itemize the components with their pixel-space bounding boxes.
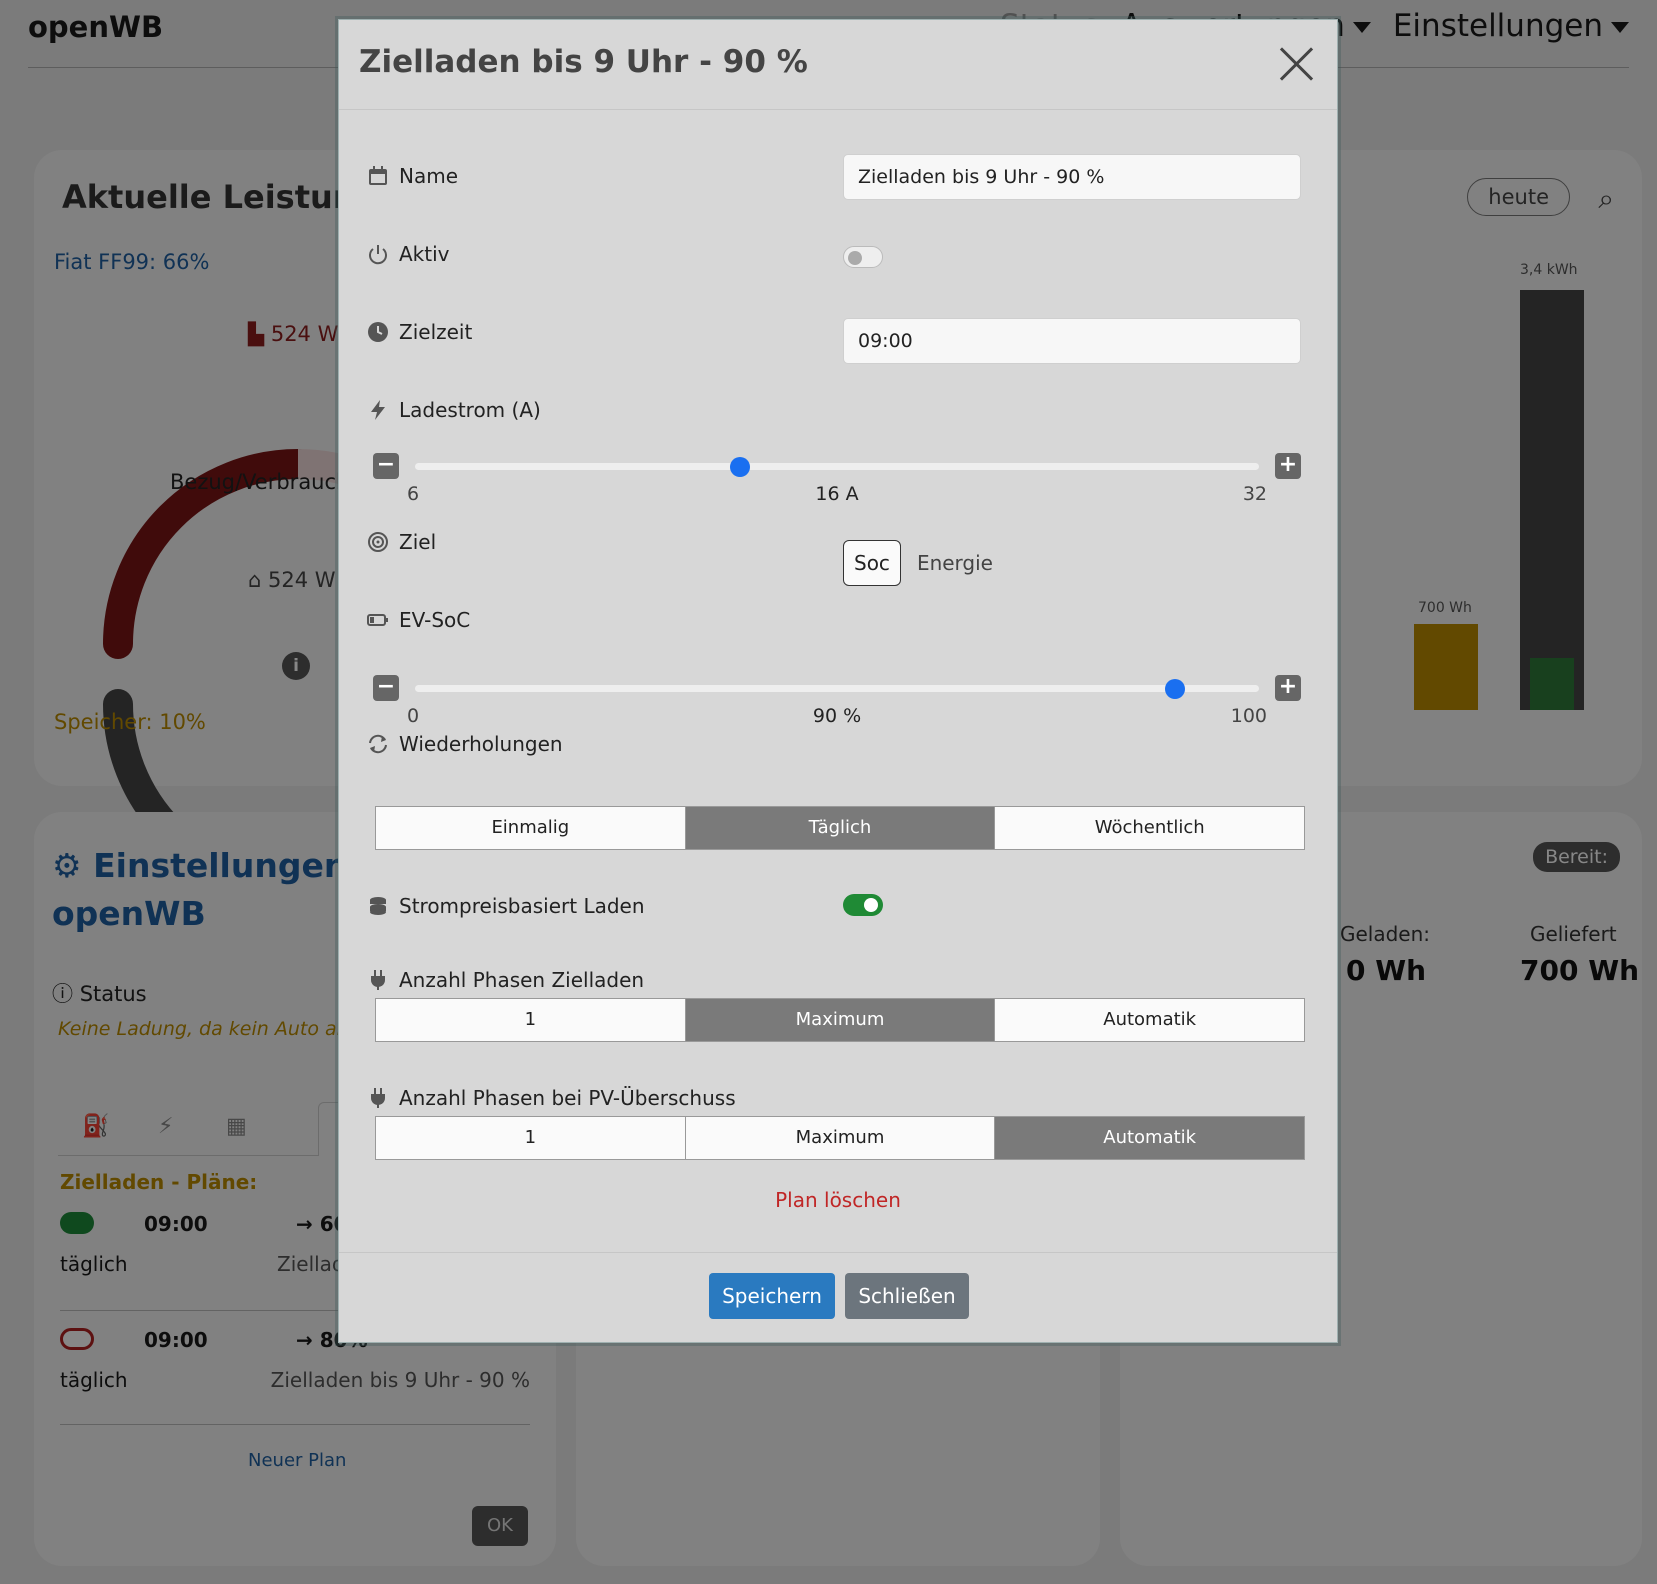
plus-button[interactable]: + [1275,453,1301,479]
bolt-icon [367,399,389,421]
close-button[interactable]: Schließen [845,1273,969,1319]
clock-icon [367,321,389,343]
modal-header: Zielladen bis 9 Uhr - 90 % [339,20,1337,110]
strompreis-label-text: Strompreisbasiert Laden [399,894,645,918]
slider-value: 90 % [812,705,862,727]
wiederholungen-segmented: Einmalig Täglich Wöchentlich [375,806,1305,850]
modal-title: Zielladen bis 9 Uhr - 90 % [359,44,808,80]
ladestrom-label: Ladestrom (A) [367,398,541,422]
phasen-pv-segmented: 1 Maximum Automatik [375,1116,1305,1160]
calendar-icon [367,165,389,187]
option-automatik[interactable]: Automatik [995,999,1305,1041]
slider-max: 100 [1230,705,1267,727]
option-maximum[interactable]: Maximum [685,1117,996,1159]
slider-value: 16 A [815,483,859,505]
minus-button[interactable]: − [373,453,399,479]
slider-track[interactable] [415,457,1259,477]
repeat-icon [367,733,389,755]
option-taeglich[interactable]: Täglich [685,807,996,849]
ziel-label: Ziel [367,530,436,554]
aktiv-switch[interactable] [843,246,883,268]
aktiv-label-text: Aktiv [399,242,450,266]
name-label: Name [367,164,458,188]
name-label-text: Name [399,164,459,188]
phasen-ziel-label-text: Anzahl Phasen Zielladen [399,968,645,992]
phasen-ziel-label: Anzahl Phasen Zielladen [367,968,644,992]
delete-plan-link[interactable]: Plan löschen [339,1188,1337,1212]
phasen-pv-label: Anzahl Phasen bei PV-Überschuss [367,1086,736,1110]
plug-icon [367,969,389,991]
switch-knob [848,251,862,265]
evsoc-label: EV-SoC [367,608,470,632]
option-1[interactable]: 1 [376,999,686,1041]
slider-min: 6 [407,483,420,505]
slider-track[interactable] [415,679,1259,699]
plug-icon [367,1087,389,1109]
battery-icon [367,609,389,631]
strompreis-label: Strompreisbasiert Laden [367,894,645,918]
slider-thumb[interactable] [1164,679,1185,699]
minus-button[interactable]: − [373,675,399,701]
wiederholungen-label: Wiederholungen [367,732,563,756]
ziel-option-energie[interactable]: Energie [907,541,1003,585]
switch-knob [864,898,878,912]
option-automatik[interactable]: Automatik [995,1117,1305,1159]
evsoc-label-text: EV-SoC [399,608,471,632]
plus-button[interactable]: + [1275,675,1301,701]
coins-icon [367,895,389,917]
strompreis-switch[interactable] [843,894,883,916]
plan-edit-modal: Zielladen bis 9 Uhr - 90 % Name Aktiv Zi… [338,19,1338,1343]
ziel-option-soc[interactable]: Soc [843,540,901,586]
ziel-toggle: Soc Energie [843,540,1003,586]
option-woechentlich[interactable]: Wöchentlich [995,807,1305,849]
target-icon [367,531,389,553]
modal-footer: Speichern Schließen [339,1252,1337,1342]
option-maximum[interactable]: Maximum [685,999,996,1041]
close-icon[interactable] [1277,44,1317,84]
phasen-ziel-segmented: 1 Maximum Automatik [375,998,1305,1042]
ladestrom-slider: − + 6 16 A 32 [373,453,1301,523]
option-1[interactable]: 1 [376,1117,686,1159]
zielzeit-input[interactable] [843,318,1301,364]
phasen-pv-label-text: Anzahl Phasen bei PV-Überschuss [399,1086,736,1110]
ladestrom-label-text: Ladestrom (A) [399,398,541,422]
ziel-label-text: Ziel [399,530,437,554]
zielzeit-label-text: Zielzeit [399,320,473,344]
zielzeit-label: Zielzeit [367,320,472,344]
power-icon [367,243,389,265]
aktiv-label: Aktiv [367,242,450,266]
save-button[interactable]: Speichern [709,1273,835,1319]
name-input[interactable] [843,154,1301,200]
slider-max: 32 [1242,483,1267,505]
option-einmalig[interactable]: Einmalig [376,807,686,849]
slider-thumb[interactable] [729,457,750,477]
slider-min: 0 [407,705,420,727]
wiederholungen-label-text: Wiederholungen [399,732,563,756]
